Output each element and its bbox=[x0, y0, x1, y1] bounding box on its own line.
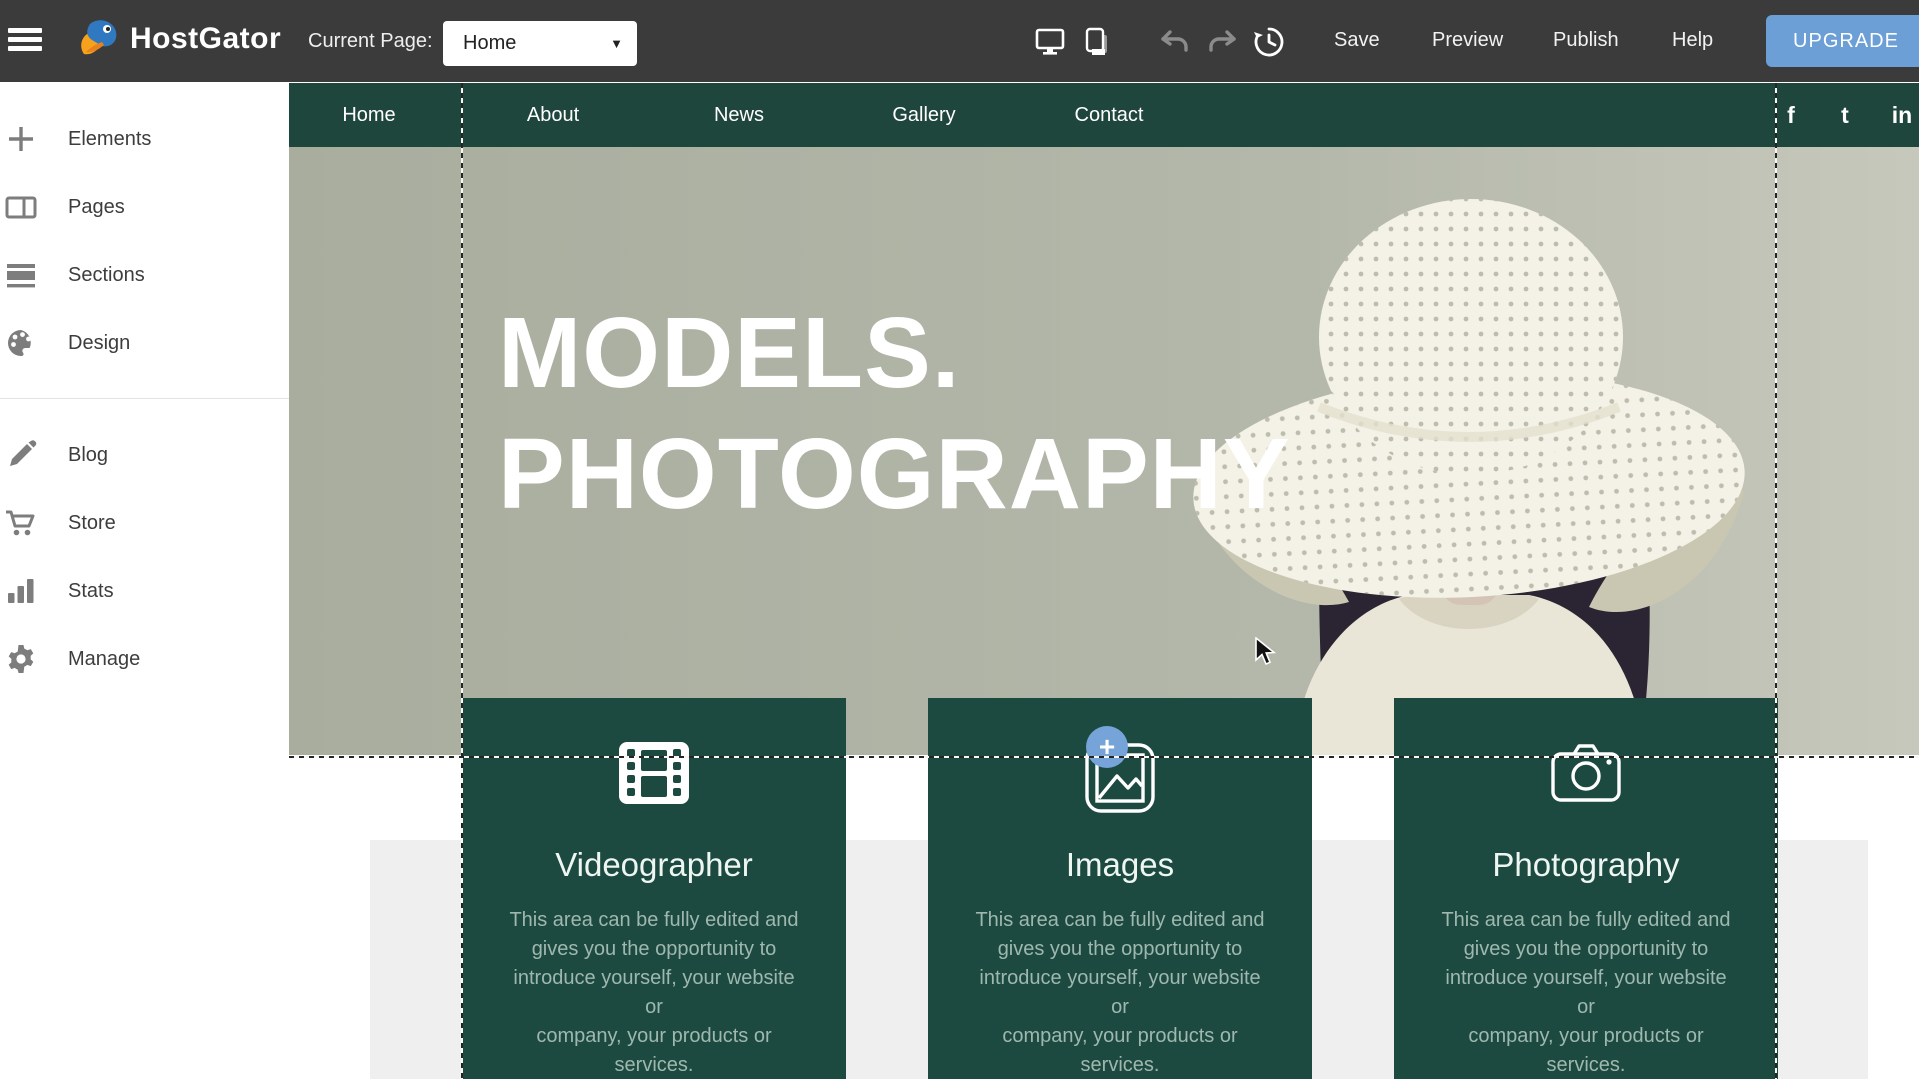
twitter-icon[interactable]: t bbox=[1841, 83, 1849, 147]
upgrade-button[interactable]: UPGRADE bbox=[1766, 15, 1919, 67]
site-preview-canvas: Home About News Gallery Contact f t in bbox=[289, 82, 1919, 1079]
card-title: Images bbox=[928, 846, 1312, 884]
gear-icon bbox=[2, 640, 40, 678]
linkedin-icon[interactable]: in bbox=[1892, 83, 1912, 147]
site-nav-about[interactable]: About bbox=[527, 83, 579, 147]
card-body: This area can be fully edited andgives y… bbox=[504, 906, 804, 1079]
facebook-icon[interactable]: f bbox=[1787, 83, 1795, 147]
pencil-icon bbox=[2, 436, 40, 474]
add-image-badge[interactable]: + bbox=[1086, 726, 1128, 768]
sidebar-divider bbox=[0, 398, 289, 399]
sections-icon bbox=[2, 256, 40, 294]
redo-icon[interactable] bbox=[1205, 26, 1239, 58]
preview-button[interactable]: Preview bbox=[1432, 29, 1503, 52]
site-nav-home[interactable]: Home bbox=[342, 83, 395, 147]
publish-button[interactable]: Publish bbox=[1553, 29, 1619, 52]
sidebar-item-store[interactable]: Store bbox=[0, 501, 289, 545]
sidebar-item-manage[interactable]: Manage bbox=[0, 637, 289, 681]
hero-heading-line1: MODELS. bbox=[498, 293, 1291, 414]
site-nav-news[interactable]: News bbox=[714, 83, 764, 147]
selection-outline-right bbox=[1775, 83, 1777, 1079]
page-select-value: Home bbox=[463, 32, 516, 55]
sidebar-item-stats[interactable]: Stats bbox=[0, 569, 289, 613]
selection-outline-left bbox=[461, 83, 463, 1079]
sidebar-item-elements[interactable]: Elements bbox=[0, 117, 289, 161]
site-nav-gallery[interactable]: Gallery bbox=[892, 83, 955, 147]
palette-icon bbox=[2, 324, 40, 362]
desktop-view-icon[interactable] bbox=[1033, 26, 1067, 58]
editor-sidebar: Elements Pages Sections Design Blog Stor… bbox=[0, 82, 289, 1079]
hostgator-site-builder: HostGator Current Page: Home ▼ Save Prev… bbox=[0, 0, 1919, 1079]
page-select-dropdown[interactable]: Home ▼ bbox=[443, 21, 637, 66]
card-title: Photography bbox=[1394, 846, 1778, 884]
selection-outline-bottom bbox=[289, 756, 1919, 758]
sidebar-item-pages[interactable]: Pages bbox=[0, 185, 289, 229]
sidebar-item-design[interactable]: Design bbox=[0, 321, 289, 365]
hero-heading-line2: PHOTOGRAPHY bbox=[498, 414, 1291, 535]
bar-chart-icon bbox=[2, 572, 40, 610]
card-body: This area can be fully edited andgives y… bbox=[970, 906, 1270, 1079]
top-toolbar: HostGator Current Page: Home ▼ Save Prev… bbox=[0, 0, 1919, 82]
hero-heading[interactable]: MODELS. PHOTOGRAPHY bbox=[498, 293, 1291, 535]
camera-icon bbox=[1550, 742, 1622, 804]
site-nav-contact[interactable]: Contact bbox=[1075, 83, 1144, 147]
sidebar-item-blog[interactable]: Blog bbox=[0, 433, 289, 477]
current-page-label: Current Page: bbox=[308, 30, 433, 53]
hero-section[interactable]: MODELS. PHOTOGRAPHY bbox=[289, 147, 1919, 755]
sidebar-item-sections[interactable]: Sections bbox=[0, 253, 289, 297]
history-icon[interactable] bbox=[1252, 26, 1286, 58]
cart-icon bbox=[2, 504, 40, 542]
card-title: Videographer bbox=[462, 846, 846, 884]
site-navbar: Home About News Gallery Contact f t in bbox=[289, 83, 1919, 147]
brand-logo: HostGator bbox=[76, 18, 281, 60]
undo-icon[interactable] bbox=[1158, 26, 1192, 58]
brand-name: HostGator bbox=[130, 22, 281, 56]
pages-icon bbox=[2, 188, 40, 226]
help-button[interactable]: Help bbox=[1672, 29, 1713, 52]
hostgator-gator-icon bbox=[76, 18, 122, 60]
card-body: This area can be fully edited andgives y… bbox=[1436, 906, 1736, 1079]
save-button[interactable]: Save bbox=[1334, 29, 1380, 52]
mobile-view-icon[interactable] bbox=[1080, 26, 1114, 58]
plus-icon bbox=[2, 120, 40, 158]
hamburger-menu-icon[interactable] bbox=[8, 24, 42, 56]
film-icon bbox=[619, 742, 689, 804]
chevron-down-icon: ▼ bbox=[610, 36, 623, 51]
